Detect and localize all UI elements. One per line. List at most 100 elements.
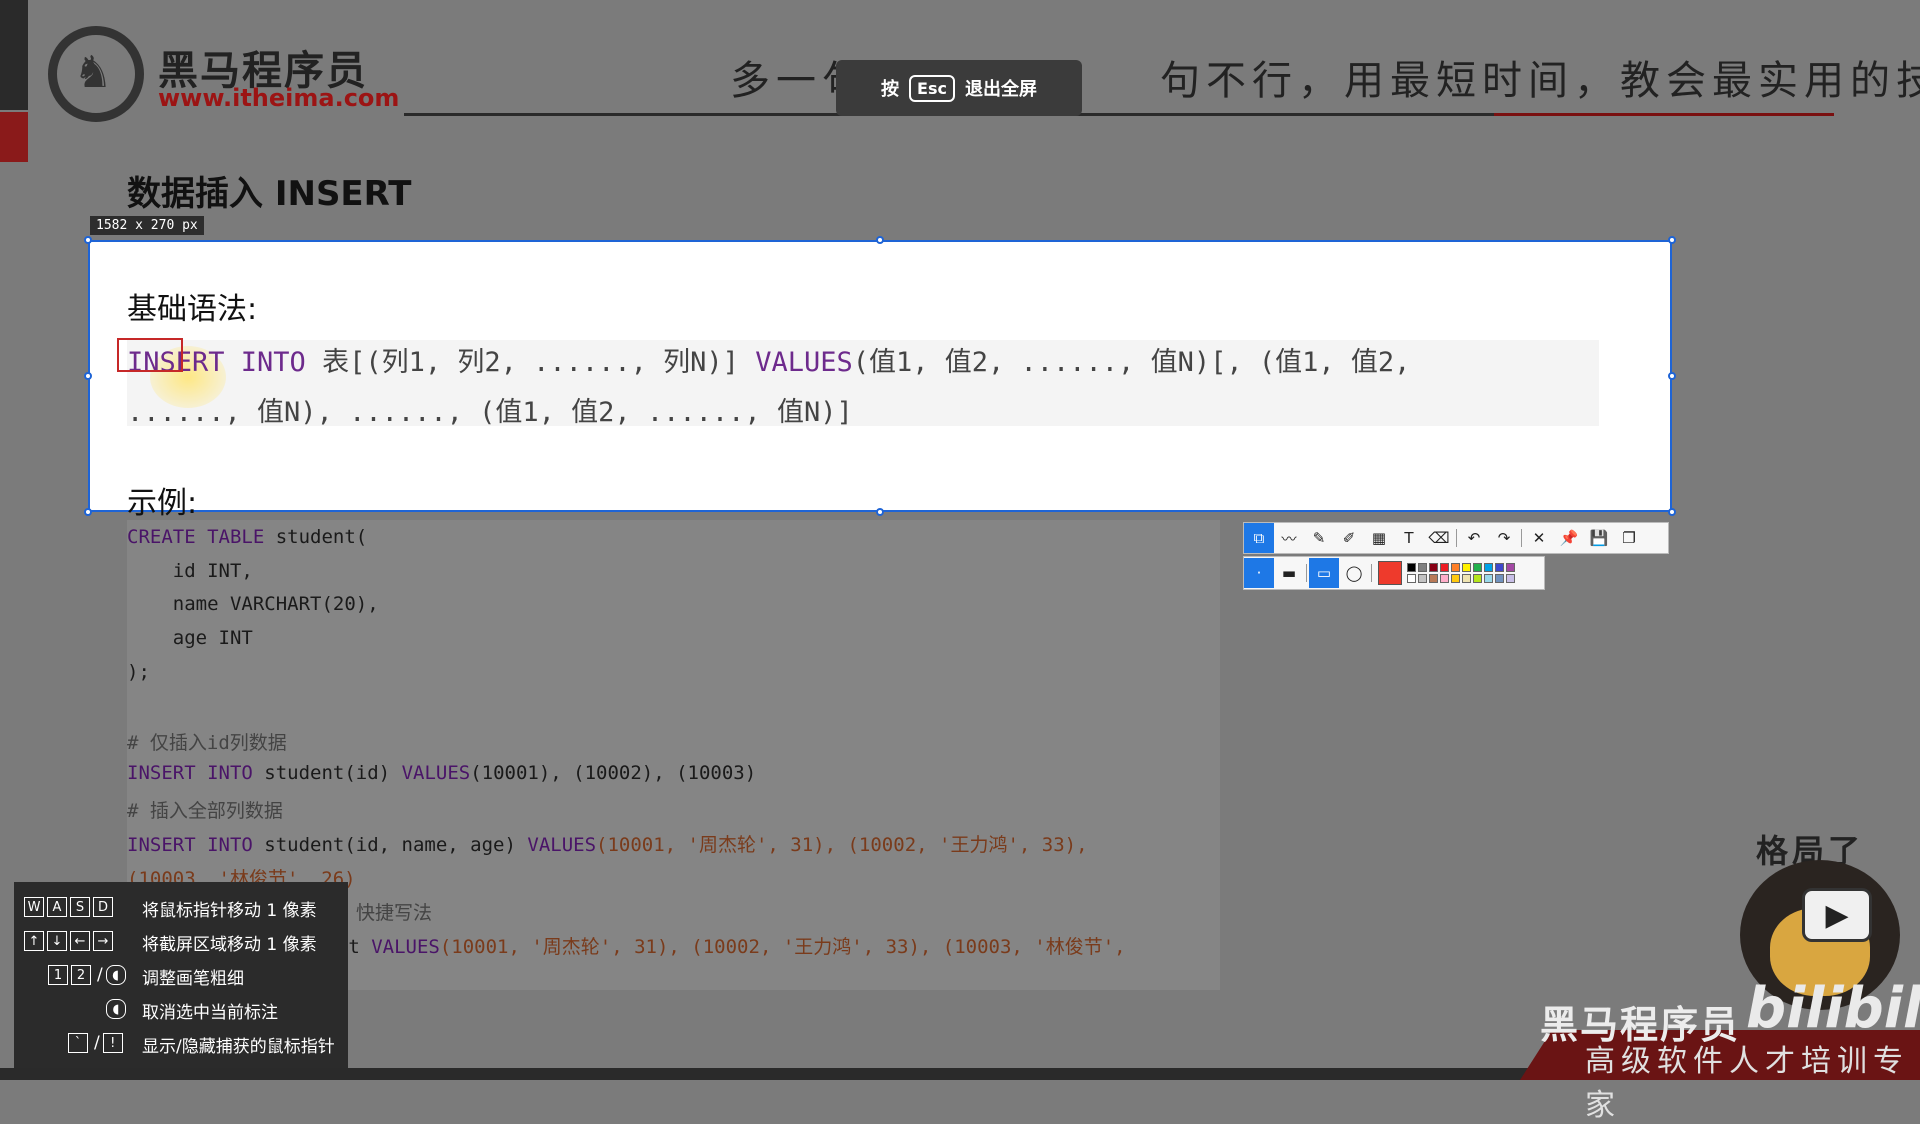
save-icon[interactable]: 💾 bbox=[1584, 523, 1614, 553]
color-swatch[interactable] bbox=[1440, 574, 1449, 583]
pin-icon[interactable]: 📌 bbox=[1554, 523, 1584, 553]
color-swatch[interactable] bbox=[1429, 574, 1438, 583]
close-icon[interactable]: ✕ bbox=[1524, 523, 1554, 553]
watermark-subtitle: 高级软件人才培训专家 bbox=[1585, 1044, 1909, 1123]
bilibili-logo: bilibili bbox=[1746, 976, 1920, 1041]
resize-handle-w[interactable] bbox=[84, 372, 92, 380]
code-line: ); bbox=[127, 661, 150, 683]
arrow-keys: ↑ ↓ ← → bbox=[24, 928, 116, 954]
code-keyword: INSERT INTO bbox=[127, 834, 253, 856]
mouse-icon: ◖ bbox=[106, 996, 129, 1022]
pen-icon[interactable]: ✎ bbox=[1304, 523, 1334, 553]
undo-icon[interactable]: ↶ bbox=[1459, 523, 1489, 553]
code-text: (10001, '周杰轮', 31), (10002, '王力鸿', 33), bbox=[596, 834, 1088, 856]
color-swatch[interactable] bbox=[1407, 574, 1416, 583]
esc-suffix: 退出全屏 bbox=[964, 79, 1037, 100]
color-swatch[interactable] bbox=[1451, 563, 1460, 572]
color-swatch[interactable] bbox=[1462, 563, 1471, 572]
color-swatch[interactable] bbox=[1484, 574, 1493, 583]
help-text: 取消选中当前标注 bbox=[142, 1003, 278, 1023]
basic-syntax-label: 基础语法: bbox=[127, 292, 258, 327]
key-cap: ↓ bbox=[47, 931, 67, 951]
rect-select-icon[interactable]: ⧉ bbox=[1244, 523, 1274, 553]
pen-size-small-button[interactable]: · bbox=[1244, 558, 1274, 588]
color-swatch[interactable] bbox=[1418, 563, 1427, 572]
key-cap: D bbox=[93, 897, 113, 917]
resize-handle-n[interactable] bbox=[876, 236, 884, 244]
color-swatch[interactable] bbox=[1440, 563, 1449, 572]
resize-handle-ne[interactable] bbox=[1668, 236, 1676, 244]
exit-fullscreen-hint[interactable]: 按 Esc 退出全屏 bbox=[836, 60, 1082, 116]
color-palette bbox=[1406, 562, 1516, 584]
play-icon: ▶ bbox=[1802, 888, 1872, 942]
code-comment: # 仅插入id列数据 bbox=[127, 732, 287, 754]
fill-style-button[interactable]: ▬ bbox=[1274, 558, 1304, 588]
copy-icon[interactable]: ❐ bbox=[1614, 523, 1644, 553]
color-swatch[interactable] bbox=[1473, 563, 1482, 572]
marker-icon[interactable]: ✐ bbox=[1334, 523, 1364, 553]
code-keyword: INSERT INTO bbox=[127, 762, 253, 784]
esc-prefix: 按 bbox=[881, 79, 900, 100]
code-line: INSERT INTO student(id, name, age) VALUE… bbox=[127, 830, 1088, 857]
resize-handle-s[interactable] bbox=[876, 508, 884, 516]
example-label: 示例: bbox=[127, 486, 198, 521]
help-text: 调整画笔粗细 bbox=[142, 969, 244, 989]
ellipse-button[interactable]: ◯ bbox=[1339, 558, 1369, 588]
horse-icon: ♞ bbox=[73, 47, 113, 98]
text-icon[interactable]: T bbox=[1394, 523, 1424, 553]
esc-key: Esc bbox=[909, 74, 955, 102]
color-swatch[interactable] bbox=[1407, 563, 1416, 572]
color-swatch[interactable] bbox=[1473, 574, 1482, 583]
mouse-wheel-icon: ◖ bbox=[105, 965, 126, 985]
color-swatch[interactable] bbox=[1495, 574, 1504, 583]
code-text: (10001), (10002), (10003) bbox=[470, 762, 757, 784]
capture-style-toolbar: · ▬ ▭ ◯ bbox=[1243, 556, 1545, 590]
color-swatch[interactable] bbox=[1462, 574, 1471, 583]
annotation-rectangle[interactable] bbox=[117, 338, 183, 372]
mosaic-icon[interactable]: ▦ bbox=[1364, 523, 1394, 553]
resize-handle-se[interactable] bbox=[1668, 508, 1676, 516]
resize-handle-e[interactable] bbox=[1668, 372, 1676, 380]
capture-toolbar: ⧉ 〰 ✎ ✐ ▦ T ⌫ ↶ ↷ ✕ 📌 💾 ❐ bbox=[1243, 522, 1669, 554]
color-swatch[interactable] bbox=[1484, 563, 1493, 572]
code-line: INSERT INTO student(id) VALUES(10001), (… bbox=[127, 762, 756, 784]
resize-handle-sw[interactable] bbox=[84, 508, 92, 516]
toolbar-separator bbox=[1521, 529, 1522, 547]
current-color-swatch[interactable] bbox=[1378, 561, 1402, 585]
code-text: student(id, name, age) bbox=[252, 834, 528, 856]
code-line: dent VALUES(10001, '周杰轮', 31), (10002, '… bbox=[314, 932, 1126, 959]
brand-url: www.itheima.com bbox=[158, 84, 400, 112]
color-swatch[interactable] bbox=[1451, 574, 1460, 583]
redo-icon[interactable]: ↷ bbox=[1489, 523, 1519, 553]
key-cap: A bbox=[47, 897, 67, 917]
shortcut-help-panel: WASD 将鼠标指针移动 1 像素 ↑ ↓ ← → 将截屏区域移动 1 像素 1 2/◖… bbox=[14, 882, 348, 1068]
left-dark-bar bbox=[0, 0, 28, 110]
help-text: 显示/隐藏捕获的鼠标指针 bbox=[142, 1037, 335, 1057]
code-line: age INT bbox=[127, 627, 253, 649]
color-swatch[interactable] bbox=[1418, 574, 1427, 583]
color-swatch[interactable] bbox=[1506, 574, 1515, 583]
key-cap: ` bbox=[68, 1033, 88, 1053]
rect-outline-button[interactable]: ▭ bbox=[1309, 558, 1339, 588]
syntax-line: INSERT INTO 表[(列1, 列2, ......, 列N)] VALU… bbox=[127, 340, 1410, 379]
help-text: 将截屏区域移动 1 像素 bbox=[142, 935, 317, 955]
code-text: student( bbox=[264, 526, 368, 548]
key-cap: S bbox=[70, 897, 90, 917]
color-swatch[interactable] bbox=[1429, 563, 1438, 572]
left-red-bar bbox=[0, 112, 28, 162]
code-line: CREATE TABLE student( bbox=[127, 526, 367, 548]
key-cap: ↑ bbox=[24, 931, 44, 951]
code-comment: 快捷写法 bbox=[356, 902, 433, 924]
color-swatch[interactable] bbox=[1506, 563, 1515, 572]
capture-size-label: 1582 x 270 px bbox=[90, 216, 204, 235]
key-cap: 2 bbox=[71, 965, 91, 985]
help-text: 将鼠标指针移动 1 像素 bbox=[142, 901, 317, 921]
code-comment: # 插入全部列数据 bbox=[127, 800, 283, 822]
eraser-icon[interactable]: ⌫ bbox=[1424, 523, 1454, 553]
color-swatch[interactable] bbox=[1495, 563, 1504, 572]
slide-title: 数据插入 INSERT bbox=[127, 174, 412, 214]
resize-handle-nw[interactable] bbox=[84, 236, 92, 244]
key-cap: W bbox=[24, 897, 44, 917]
line-icon[interactable]: 〰 bbox=[1274, 523, 1304, 553]
key-cap: ← bbox=[70, 931, 90, 951]
